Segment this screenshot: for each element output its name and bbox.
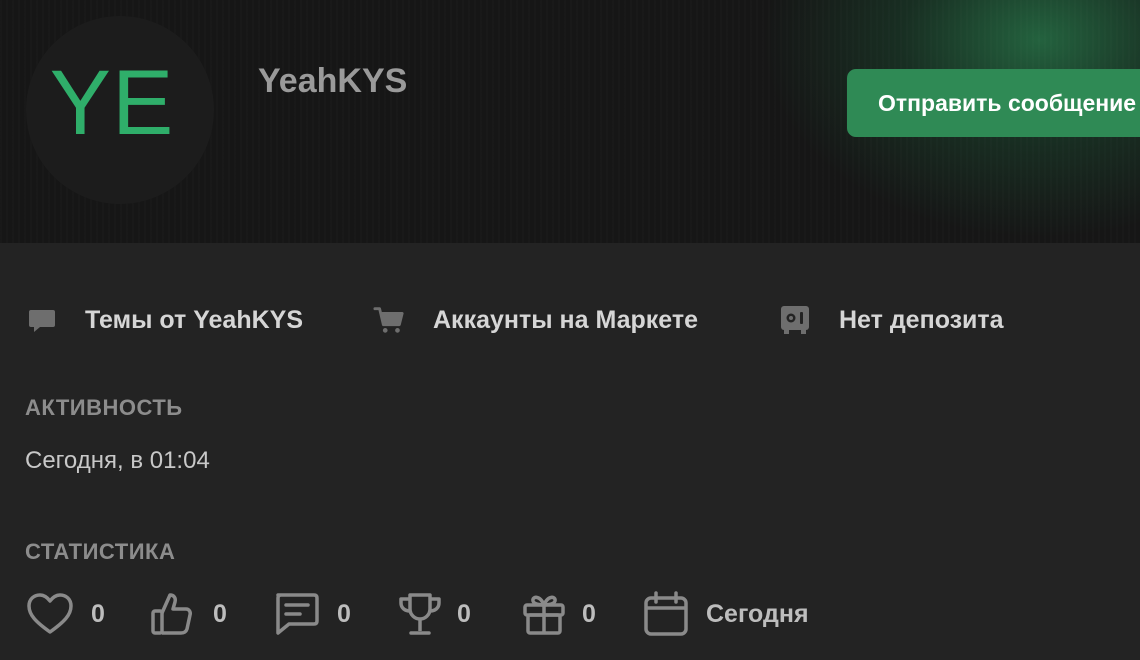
activity-title: АКТИВНОСТЬ	[25, 395, 183, 420]
stat-messages-value: 0	[337, 599, 351, 628]
profile-page: YE YeahKYS Отправить сообщение Темы от Y…	[0, 0, 1140, 660]
safe-icon	[779, 304, 811, 336]
user-threads-label: Темы от YeahKYS	[85, 305, 304, 334]
trophy-icon	[397, 591, 443, 637]
market-accounts-label: Аккаунты на Маркете	[433, 305, 699, 334]
avatar[interactable]: YE	[26, 16, 214, 204]
chat-bubble-icon	[26, 304, 58, 336]
deposit-label: Нет депозита	[839, 305, 1004, 334]
statistics-title: СТАТИСТИКА	[25, 539, 176, 564]
message-icon	[273, 591, 319, 637]
deposit-link[interactable]: Нет депозита	[779, 296, 1004, 344]
profile-links: Темы от YeahKYS Аккаунты на Маркете Нет …	[0, 296, 1140, 344]
username[interactable]: YeahKYS	[258, 62, 407, 101]
profile-header: YE YeahKYS Отправить сообщение	[0, 0, 1140, 243]
calendar-icon	[643, 591, 689, 637]
stat-trophies-value: 0	[457, 599, 471, 628]
stat-likes-value: 0	[91, 599, 105, 628]
statistics-row: 0 0 0 0 0 Сегодня	[0, 588, 1140, 640]
cart-icon	[373, 304, 405, 336]
user-threads-link[interactable]: Темы от YeahKYS	[26, 296, 303, 344]
stat-gifts[interactable]: 0	[522, 588, 596, 640]
thumbs-up-icon	[150, 591, 194, 637]
avatar-initials: YE	[49, 51, 175, 154]
stat-gifts-value: 0	[582, 599, 596, 628]
gift-icon	[522, 591, 566, 637]
stat-likes[interactable]: 0	[26, 588, 105, 640]
stat-registered[interactable]: Сегодня	[643, 588, 809, 640]
market-accounts-link[interactable]: Аккаунты на Маркете	[373, 296, 698, 344]
activity-value: Сегодня, в 01:04	[25, 447, 210, 474]
stat-messages[interactable]: 0	[273, 588, 351, 640]
stat-thumbs-value: 0	[213, 599, 227, 628]
heart-icon	[26, 592, 74, 636]
stat-trophies[interactable]: 0	[397, 588, 471, 640]
send-message-button[interactable]: Отправить сообщение	[847, 69, 1140, 137]
stat-thumbs[interactable]: 0	[150, 588, 227, 640]
stat-registered-value: Сегодня	[706, 599, 809, 628]
